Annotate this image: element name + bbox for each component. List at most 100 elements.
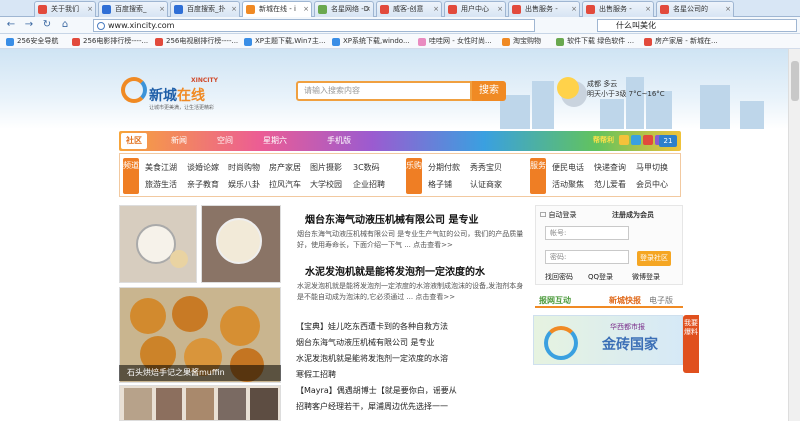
browser-tab[interactable]: 名星公司的 × [656, 1, 734, 17]
browser-tab[interactable]: 出售服务 - × [582, 1, 654, 17]
sub-link[interactable]: 企业招聘 [353, 179, 385, 190]
browser-tab[interactable]: 出售服务 - × [508, 1, 580, 17]
page-scrollbar[interactable] [788, 49, 800, 421]
close-icon[interactable]: × [303, 2, 309, 16]
register-link[interactable]: 注册成为会员 [612, 210, 654, 220]
weibo-icon[interactable] [619, 135, 629, 145]
bookmark-label: 软件下载 绿色软件 ... [567, 37, 635, 45]
bookmark-item[interactable]: 256电视剧排行榜----... [155, 36, 238, 47]
sub-link[interactable]: 便民电话 [552, 162, 584, 173]
site-search-input[interactable]: 请输入搜索内容 [296, 81, 472, 101]
sub-link[interactable]: 亲子教育 [187, 179, 219, 190]
close-icon[interactable]: × [497, 2, 503, 16]
browser-tab[interactable]: 关于我们 × [34, 1, 96, 17]
headline[interactable]: 烟台东海气动液压机械有限公司 是专业 [305, 211, 478, 226]
thumbnail-strip[interactable] [119, 385, 281, 421]
sub-link[interactable]: 旅游生活 [145, 179, 177, 190]
close-icon[interactable]: × [365, 2, 371, 16]
headline[interactable]: 水泥发泡机就是能将发泡剂一定浓度的水 [305, 263, 485, 278]
forward-icon[interactable]: → [22, 18, 36, 32]
tab-interaction[interactable]: 报网互动 [539, 295, 571, 306]
channel-mobile[interactable]: 手机版 [327, 135, 351, 146]
sub-link[interactable]: 拉风汽车 [269, 179, 301, 190]
close-icon[interactable]: × [645, 2, 651, 16]
site-logo[interactable]: XINCITY 新城 在线 让城市更美满，让生活更精彩 [121, 71, 231, 116]
food-photo[interactable] [119, 205, 197, 283]
close-icon[interactable]: × [433, 2, 439, 16]
hot-label[interactable]: 帮帮利 [593, 135, 614, 145]
sub-link[interactable]: 活动聚焦 [552, 179, 584, 190]
sub-link[interactable]: 3C数码 [353, 162, 380, 173]
close-icon[interactable]: × [87, 2, 93, 16]
browser-tab[interactable]: 百度搜索_ × [98, 1, 168, 17]
close-icon[interactable]: × [231, 2, 237, 16]
channel-news[interactable]: 新闻 [171, 135, 187, 146]
browser-tab-bar: 关于我们 × 百度搜索_ × 百度搜索_扑 × 新城在线 - i × 名星网络 -D × … [0, 0, 800, 18]
sub-link[interactable]: 图片摄影 [310, 162, 342, 173]
sub-link[interactable]: 美食江湖 [145, 162, 177, 173]
back-icon[interactable]: ← [4, 18, 18, 32]
share-icon[interactable] [643, 135, 653, 145]
sub-link[interactable]: 会员中心 [636, 179, 668, 190]
password-field[interactable]: 密码: [545, 250, 629, 264]
browser-tab[interactable]: 名星网络 -D × [314, 1, 374, 17]
browser-tab-active[interactable]: 新城在线 - i × [242, 1, 312, 18]
forgot-password-link[interactable]: 找回密码 [545, 272, 573, 282]
sub-link[interactable]: 秀秀宝贝 [470, 162, 502, 173]
bookmark-item[interactable]: 淘宝购物 [502, 36, 541, 47]
sub-link[interactable]: 娱乐八卦 [228, 179, 260, 190]
tipoff-button[interactable]: 我要爆料 [683, 315, 699, 373]
browser-tab[interactable]: 威客-创意 × [376, 1, 442, 17]
home-icon[interactable]: ⌂ [58, 18, 72, 32]
news-link[interactable]: 招聘客户经理若干，犀浦周边优先选择一一 [296, 401, 448, 412]
tab-express[interactable]: 新城快报 [609, 295, 641, 306]
browser-search-input[interactable]: 什么叫美化 [597, 19, 797, 32]
sub-link[interactable]: 马甲切换 [636, 162, 668, 173]
close-icon[interactable]: × [571, 2, 577, 16]
sub-link[interactable]: 分期付款 [428, 162, 460, 173]
bookmark-item[interactable]: 软件下载 绿色软件 ... [556, 36, 634, 47]
news-link[interactable]: 水泥发泡机就是能将发泡剂一定浓度的水溶 [296, 353, 448, 364]
bookmark-item[interactable]: 256安全导航 [6, 36, 58, 47]
sub-link[interactable]: 认证商家 [470, 179, 502, 190]
auto-login-checkbox[interactable]: ☐ 自动登录 [540, 210, 577, 220]
sub-link[interactable]: 格子铺 [428, 179, 452, 190]
weibo-login-link[interactable]: 微博登录 [632, 272, 660, 282]
channel-space[interactable]: 空间 [217, 135, 233, 146]
news-link[interactable]: 寒假工招聘 [296, 369, 336, 380]
bookmark-item[interactable]: 房产家居 - 新城在... [644, 36, 718, 47]
close-icon[interactable]: × [159, 2, 165, 16]
brics-banner[interactable]: 华西都市报 金砖国家 [533, 315, 683, 365]
login-button[interactable]: 登录社区 [637, 251, 671, 266]
weather-detail: 明天小于3级 7°C~16°C [587, 90, 665, 98]
qq-login-link[interactable]: QQ登录 [588, 272, 613, 282]
sub-link[interactable]: 范儿爱看 [594, 179, 626, 190]
food-photo[interactable] [201, 205, 281, 283]
bookmark-item[interactable]: XP系统下载,windo... [332, 36, 410, 47]
sub-link[interactable]: 快递查询 [594, 162, 626, 173]
sub-link[interactable]: 大学校园 [310, 179, 342, 190]
tab-label: 名星公司的 [673, 5, 708, 13]
close-icon[interactable]: × [725, 2, 731, 16]
photo-caption[interactable]: 石头烘焙手记之果酱muffin [119, 365, 281, 381]
bookmark-item[interactable]: 哇哇网 - 女性时尚... [418, 36, 492, 47]
browser-tab[interactable]: 百度搜索_扑 × [170, 1, 240, 17]
sub-link[interactable]: 房产家居 [269, 162, 301, 173]
qq-icon[interactable] [631, 135, 641, 145]
tab-community[interactable]: 社区 [121, 133, 147, 149]
sub-link[interactable]: 谈婚论嫁 [187, 162, 219, 173]
browser-tab[interactable]: 用户中心 × [444, 1, 506, 17]
bookmark-item[interactable]: 256电影排行榜----... [72, 36, 148, 47]
news-link[interactable]: 【宝典】娃儿吃东西遭卡到的各种自救方法 [296, 321, 448, 332]
sub-link[interactable]: 时尚购物 [228, 162, 260, 173]
scrollbar-thumb[interactable] [791, 61, 799, 101]
news-link[interactable]: 烟台东海气动液压机械有限公司 是专业 [296, 337, 435, 348]
reload-icon[interactable]: ↻ [40, 18, 54, 32]
channel-saturday[interactable]: 星期六 [263, 135, 287, 146]
username-field[interactable]: 帐号: [545, 226, 629, 240]
tab-epaper[interactable]: 电子版 [649, 295, 673, 306]
search-button[interactable]: 搜索 [472, 81, 506, 101]
address-bar[interactable]: www.xincity.com [93, 19, 535, 32]
bookmark-item[interactable]: XP主题下载,Win7主... [244, 36, 326, 47]
news-link[interactable]: 【Mayra】偶遇胡博士【就是要你白，谣要从 [296, 385, 457, 396]
